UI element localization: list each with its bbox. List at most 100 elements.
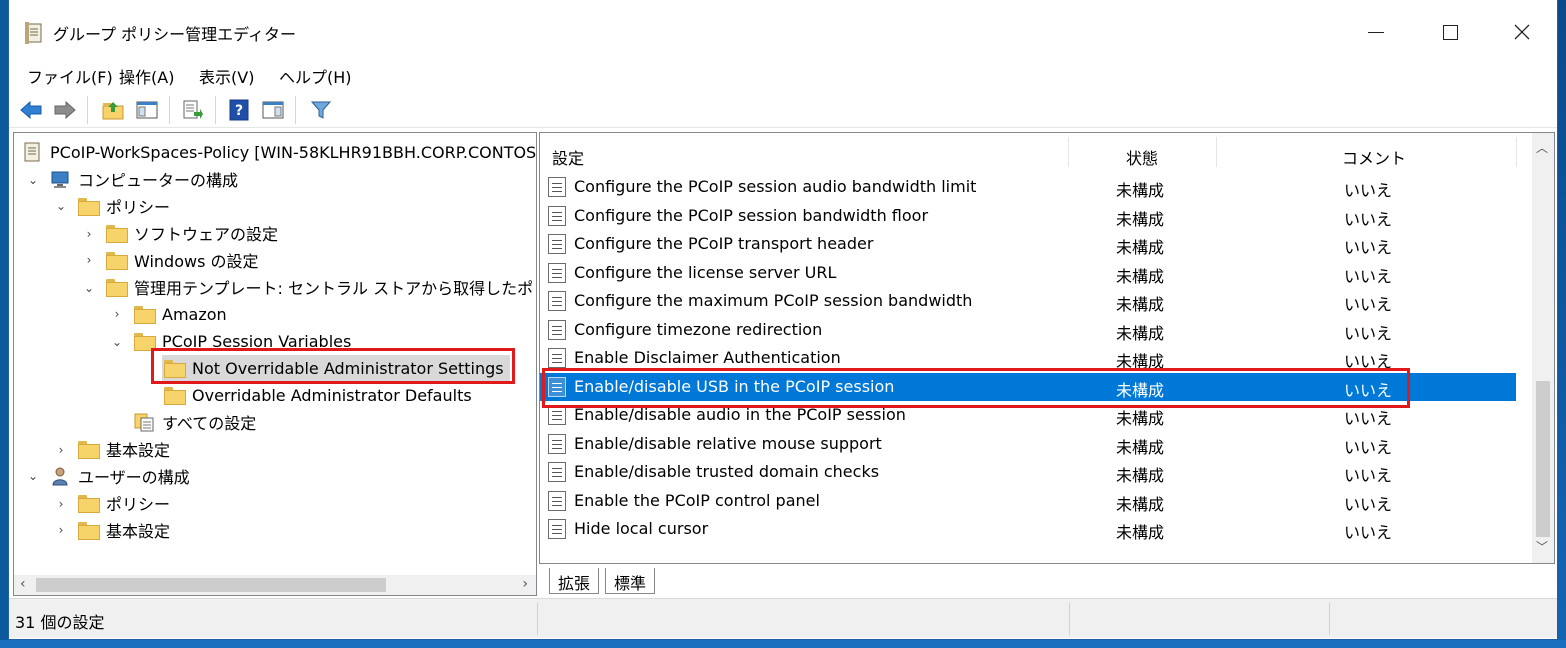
gpo-editor-window: グループ ポリシー管理エディター ファイル(F) 操作(A) 表示(V) ヘルプ… bbox=[8, 0, 1558, 640]
tree-item-root[interactable]: PCoIP-WorkSpaces-Policy [WIN-58KLHR91BBH… bbox=[22, 139, 536, 165]
policy-setting-icon bbox=[548, 490, 566, 511]
setting-name: Configure the maximum PCoIP session band… bbox=[574, 291, 973, 310]
folder-icon bbox=[164, 387, 186, 405]
column-divider[interactable] bbox=[1216, 137, 1217, 167]
column-divider[interactable] bbox=[1068, 137, 1069, 167]
tab-standard[interactable]: 標準 bbox=[605, 568, 656, 594]
filter-button[interactable] bbox=[309, 98, 333, 122]
setting-comment: いいえ bbox=[1344, 466, 1393, 485]
minimize-icon bbox=[1368, 31, 1384, 33]
tree-pane[interactable]: PCoIP-WorkSpaces-Policy [WIN-58KLHR91BBH… bbox=[13, 132, 537, 596]
tree-item-all-settings[interactable]: すべての設定 bbox=[134, 409, 256, 435]
back-button[interactable] bbox=[19, 98, 43, 122]
collapse-chevron-icon[interactable]: › bbox=[82, 227, 96, 241]
list-item[interactable]: Enable/disable relative mouse support 未構成… bbox=[540, 430, 1516, 458]
status-bar: 31 個の設定 bbox=[9, 598, 1557, 638]
menu-action[interactable]: 操作(A) bbox=[119, 64, 174, 88]
setting-name: Configure the PCoIP transport header bbox=[574, 234, 874, 253]
list-item[interactable]: Configure the maximum PCoIP session band… bbox=[540, 287, 1516, 315]
column-divider[interactable] bbox=[1516, 137, 1517, 167]
toolbar-separator bbox=[169, 96, 170, 124]
list-vertical-scrollbar[interactable]: ︿ ﹀ bbox=[1532, 133, 1554, 563]
folder-icon bbox=[78, 522, 100, 540]
close-button[interactable] bbox=[1499, 14, 1545, 50]
list-item[interactable]: Configure the PCoIP session audio bandwi… bbox=[540, 173, 1516, 201]
user-icon bbox=[52, 467, 68, 486]
minimize-button[interactable] bbox=[1353, 14, 1399, 50]
setting-state: 未構成 bbox=[1116, 437, 1165, 457]
status-divider bbox=[537, 603, 538, 635]
tree-item-preferences[interactable]: 基本設定 bbox=[78, 436, 170, 462]
setting-name: Configure the license server URL bbox=[574, 262, 837, 282]
tree-item-overridable-defaults[interactable]: Overridable Administrator Defaults bbox=[164, 382, 472, 408]
list-item[interactable]: Configure the license server URL 未構成 いいえ bbox=[540, 259, 1516, 287]
tree-item-policy[interactable]: ポリシー bbox=[78, 193, 170, 219]
expand-chevron-icon[interactable]: ⌄ bbox=[54, 199, 68, 213]
collapse-chevron-icon[interactable]: › bbox=[54, 497, 68, 511]
all-settings-icon bbox=[134, 413, 154, 432]
tree-item-amazon[interactable]: Amazon bbox=[134, 301, 227, 327]
toolbar: ? bbox=[9, 90, 1557, 128]
list-header: 設定 状態 コメント bbox=[540, 133, 1530, 171]
expand-chevron-icon[interactable]: ⌄ bbox=[26, 173, 40, 187]
up-folder-icon bbox=[102, 102, 124, 120]
tree-item-computer-config[interactable]: コンピューターの構成 bbox=[50, 166, 238, 192]
setting-state: 未構成 bbox=[1116, 181, 1165, 200]
tree-item-user-policy[interactable]: ポリシー bbox=[78, 490, 170, 516]
expand-chevron-icon[interactable]: ⌄ bbox=[26, 469, 40, 483]
menu-view[interactable]: 表示(V) bbox=[199, 64, 254, 88]
export-list-icon bbox=[183, 100, 203, 119]
list-item[interactable]: Enable/disable trusted domain checks 未構成 い… bbox=[540, 458, 1516, 486]
column-header-state[interactable]: 状態 bbox=[1126, 145, 1158, 169]
list-item[interactable]: Enable the PCoIP control panel 未構成 いいえ bbox=[540, 487, 1516, 515]
tab-extended[interactable]: 拡張 bbox=[549, 568, 600, 594]
list-item[interactable]: Configure the PCoIP transport header 未構成 い… bbox=[540, 230, 1516, 258]
status-divider bbox=[1069, 603, 1070, 635]
column-header-comment[interactable]: コメント bbox=[1342, 145, 1406, 169]
scrollbar-thumb[interactable] bbox=[36, 578, 386, 592]
expand-chevron-icon[interactable]: ⌄ bbox=[82, 281, 96, 295]
properties-pane-icon bbox=[262, 101, 284, 119]
setting-state: 未構成 bbox=[1116, 523, 1165, 542]
list-item[interactable]: Configure timezone redirection 未構成 いいえ bbox=[540, 316, 1516, 344]
menu-help[interactable]: ヘルプ(H) bbox=[279, 64, 352, 88]
scroll-left-arrow-icon[interactable]: ‹ bbox=[20, 576, 26, 592]
tree-item-user-config[interactable]: ユーザーの構成 bbox=[50, 463, 190, 489]
help-button[interactable]: ? bbox=[227, 98, 251, 122]
scroll-right-arrow-icon[interactable]: › bbox=[522, 576, 528, 592]
expand-chevron-icon[interactable]: ⌄ bbox=[110, 335, 124, 349]
setting-comment: いいえ bbox=[1344, 181, 1393, 200]
menu-file[interactable]: ファイル(F) bbox=[27, 64, 113, 88]
show-hide-tree-button[interactable] bbox=[135, 98, 159, 122]
settings-list-pane[interactable]: 設定 状態 コメント Configure the PCoIP session a… bbox=[539, 132, 1555, 564]
up-one-level-button[interactable] bbox=[101, 98, 125, 122]
setting-name: Enable Disclaimer Authentication bbox=[574, 348, 841, 367]
collapse-chevron-icon[interactable]: › bbox=[110, 307, 124, 321]
policy-setting-icon bbox=[548, 348, 566, 368]
scrollbar-thumb[interactable] bbox=[1536, 381, 1550, 537]
collapse-chevron-icon[interactable]: › bbox=[54, 523, 68, 537]
setting-comment: いいえ bbox=[1344, 295, 1393, 314]
setting-name: Configure timezone redirection bbox=[574, 319, 823, 339]
tree-item-windows-settings[interactable]: Windows の設定 bbox=[106, 247, 259, 273]
export-list-button[interactable] bbox=[181, 98, 205, 122]
title-bar[interactable]: グループ ポリシー管理エディター bbox=[9, 0, 1557, 62]
policy-setting-icon bbox=[548, 319, 566, 340]
setting-comment: いいえ bbox=[1344, 494, 1393, 514]
tree-item-user-preferences[interactable]: 基本設定 bbox=[78, 517, 170, 543]
forward-button[interactable] bbox=[53, 98, 77, 122]
tree-item-software-settings[interactable]: ソフトウェアの設定 bbox=[106, 220, 278, 246]
collapse-chevron-icon[interactable]: › bbox=[82, 253, 96, 267]
column-header-setting[interactable]: 設定 bbox=[552, 145, 584, 169]
toolbar-separator bbox=[87, 96, 88, 124]
collapse-chevron-icon[interactable]: › bbox=[54, 443, 68, 457]
tree-horizontal-scrollbar[interactable]: ‹ › bbox=[14, 575, 536, 595]
maximize-button[interactable] bbox=[1427, 14, 1473, 50]
tree-item-admin-templates[interactable]: 管理用テンプレート: セントラル ストアから取得したポリシー定 bbox=[106, 274, 536, 300]
policy-setting-icon bbox=[548, 234, 566, 254]
scroll-up-arrow-icon[interactable]: ︿ bbox=[1536, 139, 1548, 156]
scroll-down-arrow-icon[interactable]: ﹀ bbox=[1536, 538, 1548, 555]
show-action-pane-button[interactable] bbox=[261, 98, 285, 122]
list-item[interactable]: Hide local cursor 未構成 いいえ bbox=[540, 515, 1516, 543]
list-item[interactable]: Configure the PCoIP session bandwidth fl… bbox=[540, 202, 1516, 230]
